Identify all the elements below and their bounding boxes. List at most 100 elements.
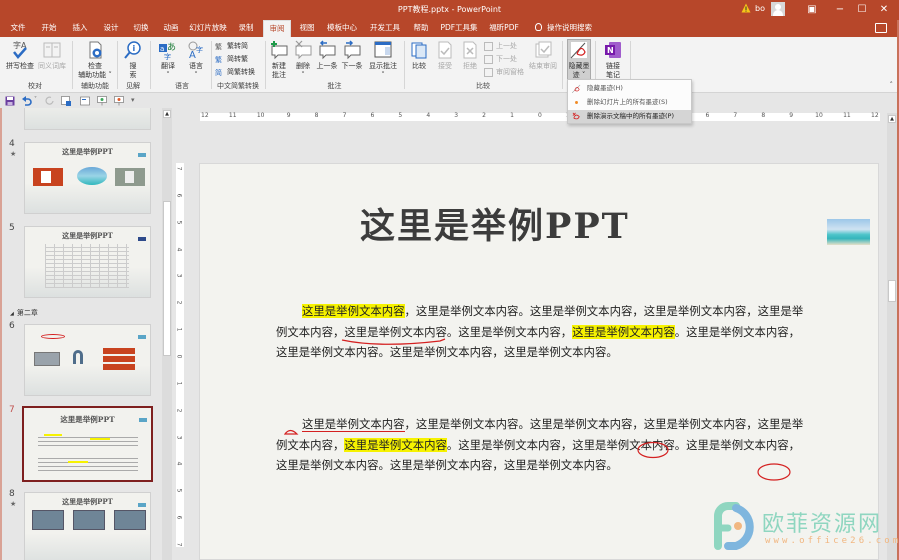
scroll-up-arrow-icon[interactable]: ▲ — [163, 110, 171, 118]
end-review-button: 结束审阅 — [527, 40, 559, 71]
spelling-button[interactable]: 字A 拼写检查 — [4, 40, 36, 71]
maximize-button[interactable]: ☐ — [852, 2, 872, 18]
svg-text:a: a — [160, 45, 164, 53]
animation-star-icon: ★ — [10, 500, 17, 508]
tab-record[interactable]: 录制 — [233, 20, 259, 37]
tab-home[interactable]: 开始 — [36, 20, 62, 37]
ruler-tick-label: 12 — [201, 112, 209, 119]
thumbnail-title: 这里是举例PPT — [62, 497, 113, 506]
svg-text:字: 字 — [164, 52, 171, 60]
chinese-conversion-button[interactable]: 简简繁转换 — [215, 67, 255, 77]
tab-slideshow[interactable]: 幻灯片放映 — [188, 20, 228, 37]
tab-template-center[interactable]: 模板中心 — [324, 20, 360, 37]
hide-ink-button[interactable]: 隐藏墨 迹 ˅ — [567, 39, 591, 81]
thumbnail-box — [73, 510, 105, 530]
body-text: 。这里是举例文本内容， — [446, 324, 573, 339]
slide-thumbnail-6[interactable] — [24, 324, 151, 396]
trad-to-simp-button[interactable]: 繁繁转简 — [215, 41, 248, 51]
new-slide-icon[interactable] — [80, 96, 90, 106]
save-icon[interactable] — [5, 96, 15, 106]
paragraph-1[interactable]: 这里是举例文本内容，这里是举例文本内容。这里是举例文本内容，这里是举例文本内容，… — [276, 301, 806, 363]
next-comment-button[interactable]: 下一条 — [340, 40, 364, 71]
scroll-up-arrow-icon[interactable]: ▲ — [888, 115, 896, 123]
thumbnail-grid-shapes — [103, 348, 135, 370]
translate-caret: ˅ — [166, 71, 170, 79]
tab-help[interactable]: 帮助 — [408, 20, 434, 37]
undo-icon[interactable] — [22, 96, 32, 106]
present-icon[interactable] — [97, 96, 107, 106]
delete-comment-caret: ˅ — [301, 71, 305, 79]
ruler-tick-label: 7 — [342, 112, 347, 119]
ruler-tick-label: 6 — [370, 112, 375, 119]
smart-lookup-line1: 搜 — [129, 62, 137, 70]
show-comments-button[interactable]: 显示批注 ˅ — [367, 40, 399, 80]
slide-thumbnail-3[interactable] — [24, 108, 151, 130]
compare-button[interactable]: 比较 — [407, 40, 431, 71]
customize-qat-icon[interactable]: ▾ — [131, 96, 135, 104]
ribbon-display-options-button[interactable]: ▣ — [802, 2, 822, 18]
trad-to-simp-icon: 繁 — [215, 42, 222, 51]
translate-button[interactable]: aあ字 翻译 ˅ — [154, 40, 182, 80]
presenter-view-icon[interactable] — [114, 96, 124, 106]
tab-insert[interactable]: 插入 — [67, 20, 93, 37]
group-separator — [265, 41, 266, 89]
from-beginning-icon[interactable] — [61, 96, 71, 106]
ink-dropdown-menu: 隐藏墨迹(H) 删除幻灯片上的所有墨迹(S) 删除演示文稿中的所有墨迹(P) — [567, 79, 692, 124]
menu-item-hide-ink[interactable]: 隐藏墨迹(H) — [568, 82, 691, 95]
collapse-ribbon-icon[interactable]: ˄ — [890, 81, 894, 89]
tab-design[interactable]: 设计 — [98, 20, 124, 37]
tab-foxit-pdf[interactable]: 福昕PDF — [487, 20, 521, 37]
warning-icon[interactable] — [741, 3, 751, 13]
language-button[interactable]: A字 语言 ˅ — [182, 40, 210, 80]
tab-pdf-tools[interactable]: PDF工具集 — [440, 20, 478, 37]
simp-to-trad-button[interactable]: 繁简转繁 — [215, 54, 248, 64]
slide-thumbnail-4[interactable]: 这里是举例PPT — [24, 142, 151, 214]
tab-animations[interactable]: 动画 — [158, 20, 184, 37]
thumbnail-shape — [34, 352, 60, 366]
scrollbar-thumb[interactable] — [163, 201, 171, 356]
smart-lookup-button[interactable]: i 搜 索 — [120, 40, 146, 80]
reject-label: 拒绝 — [463, 62, 477, 70]
slide-thumbnail-5[interactable]: 这里是举例PPT — [24, 226, 151, 298]
accept-icon — [438, 41, 452, 59]
beach-picture[interactable] — [827, 219, 870, 245]
slide-scrollbar[interactable]: ▲ — [887, 113, 897, 560]
ruler-tick-label: 2 — [175, 300, 183, 305]
tell-me-search[interactable]: 操作说明搜索 — [535, 20, 592, 37]
slide-thumbnail-7[interactable]: 这里是举例PPT — [22, 406, 153, 482]
ruler-tick-label: 10 — [815, 112, 823, 119]
menu-item-delete-presentation-ink[interactable]: 删除演示文稿中的所有墨迹(P) — [568, 110, 691, 123]
tab-transitions[interactable]: 切换 — [128, 20, 154, 37]
search-info-icon: i — [124, 41, 141, 59]
slide-title[interactable]: 这里是举例PPT — [360, 198, 630, 249]
previous-comment-button[interactable]: 上一条 — [315, 40, 339, 71]
highlighted-text: 这里是举例文本内容 — [302, 304, 405, 318]
minimize-button[interactable]: − — [830, 2, 850, 18]
tab-developer[interactable]: 开发工具 — [367, 20, 403, 37]
slide-thumbnail-8[interactable]: 这里是举例PPT — [24, 492, 151, 560]
tab-view[interactable]: 视图 — [294, 20, 320, 37]
linked-notes-button[interactable]: N 链接 笔记 — [600, 40, 626, 80]
close-button[interactable]: ✕ — [874, 2, 894, 18]
new-comment-button[interactable]: 新建 批注 — [267, 40, 291, 80]
check-accessibility-line1: 检查 — [88, 62, 102, 70]
scrollbar-thumb[interactable] — [888, 280, 896, 302]
slide-panel-scrollbar[interactable]: ▲ — [162, 108, 172, 560]
user-name[interactable]: bo — [755, 4, 765, 13]
show-comments-caret: ˅ — [381, 71, 385, 79]
ruler-tick-label: 7 — [175, 542, 183, 547]
comments-pane-icon[interactable] — [875, 23, 887, 33]
ribbon: 字A 拼写检查 同义词库 校对 检查 辅助功能 ˅ 辅助功能 i 搜 索 见解 … — [0, 37, 899, 93]
section-header[interactable]: ◢ 第二章 — [10, 308, 38, 318]
delete-comment-button[interactable]: 删除 ˅ — [292, 40, 314, 80]
menu-item-delete-slide-ink[interactable]: 删除幻灯片上的所有墨迹(S) — [568, 96, 691, 109]
ruler-tick-label: 1 — [175, 327, 183, 332]
avatar[interactable] — [771, 2, 785, 16]
paragraph-2[interactable]: 这里是举例文本内容，这里是举例文本内容。这里是举例文本内容，这里是举例文本内容，… — [276, 414, 806, 476]
check-accessibility-line2: 辅助功能 ˅ — [78, 71, 112, 79]
tab-file[interactable]: 文件 — [5, 20, 31, 37]
section-collapse-icon[interactable]: ◢ — [10, 311, 14, 317]
undo-dropdown-icon[interactable]: ˅ — [34, 96, 37, 103]
tab-review[interactable]: 审阅 — [263, 20, 291, 37]
check-accessibility-button[interactable]: 检查 辅助功能 ˅ — [74, 40, 116, 80]
